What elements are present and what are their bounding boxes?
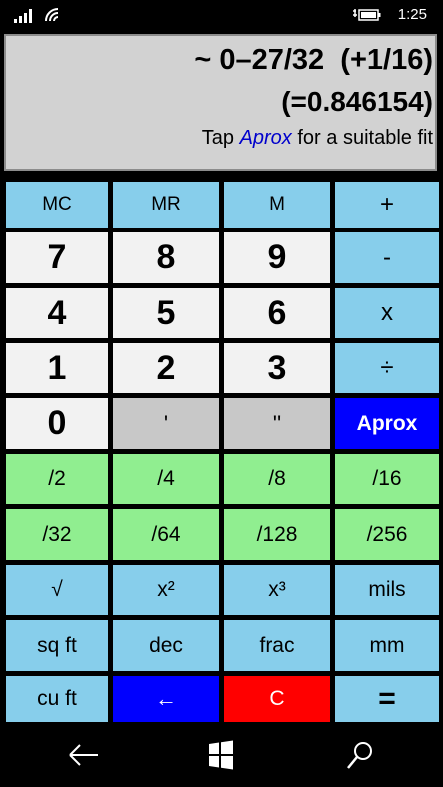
wifi-icon bbox=[45, 8, 59, 22]
cubic-feet-button[interactable]: cu ft bbox=[6, 676, 108, 722]
digit-2-button[interactable]: 2 bbox=[113, 343, 219, 393]
digit-7-button[interactable]: 7 bbox=[6, 232, 108, 283]
divide-by-4-button[interactable]: /4 bbox=[113, 454, 219, 504]
battery-icon bbox=[353, 9, 381, 21]
memory-clear-button[interactable]: MC bbox=[6, 182, 108, 228]
divide-by-128-button[interactable]: /128 bbox=[224, 509, 330, 560]
backspace-button[interactable]: ← bbox=[113, 676, 219, 722]
search-icon[interactable] bbox=[340, 738, 380, 772]
divide-by-2-button[interactable]: /2 bbox=[6, 454, 108, 504]
square-feet-button[interactable]: sq ft bbox=[6, 620, 108, 671]
digit-9-button[interactable]: 9 bbox=[224, 232, 330, 283]
inches-button[interactable]: '' bbox=[224, 398, 330, 449]
keypad: MC MR M + 7 8 9 - 4 5 6 x 1 2 3 ÷ 0 ' ''… bbox=[0, 178, 443, 724]
calculator-display: ~ 0–27/32 (+1/16) (=0.846154) Tap Aprox … bbox=[4, 34, 437, 171]
square-root-button[interactable]: √ bbox=[6, 565, 108, 615]
fraction-button[interactable]: frac bbox=[224, 620, 330, 671]
millimeters-button[interactable]: mm bbox=[335, 620, 439, 671]
square-button[interactable]: x² bbox=[113, 565, 219, 615]
status-bar: 1:25 bbox=[0, 0, 443, 30]
cellular-signal-icon bbox=[14, 9, 32, 23]
digit-8-button[interactable]: 8 bbox=[113, 232, 219, 283]
feet-button[interactable]: ' bbox=[113, 398, 219, 449]
equals-button[interactable]: = bbox=[335, 676, 439, 722]
hint-text: Tap Aprox for a suitable fit bbox=[202, 127, 433, 150]
digit-3-button[interactable]: 3 bbox=[224, 343, 330, 393]
digit-1-button[interactable]: 1 bbox=[6, 343, 108, 393]
digit-0-button[interactable]: 0 bbox=[6, 398, 108, 449]
digit-4-button[interactable]: 4 bbox=[6, 288, 108, 338]
divide-by-8-button[interactable]: /8 bbox=[224, 454, 330, 504]
hint-aprox-keyword: Aprox bbox=[239, 127, 292, 149]
decimal-result: (=0.846154) bbox=[281, 86, 433, 117]
clock: 1:25 bbox=[397, 6, 427, 23]
memory-store-button[interactable]: M bbox=[224, 182, 330, 228]
decimal-button[interactable]: dec bbox=[113, 620, 219, 671]
windows-icon[interactable] bbox=[201, 738, 241, 772]
clear-button[interactable]: C bbox=[224, 676, 330, 722]
mils-button[interactable]: mils bbox=[335, 565, 439, 615]
memory-recall-button[interactable]: MR bbox=[113, 182, 219, 228]
multiply-button[interactable]: x bbox=[335, 288, 439, 338]
divide-by-64-button[interactable]: /64 bbox=[113, 509, 219, 560]
divide-by-32-button[interactable]: /32 bbox=[6, 509, 108, 560]
divide-by-16-button[interactable]: /16 bbox=[335, 454, 439, 504]
digit-6-button[interactable]: 6 bbox=[224, 288, 330, 338]
divide-button[interactable]: ÷ bbox=[335, 343, 439, 393]
divide-by-256-button[interactable]: /256 bbox=[335, 509, 439, 560]
hint-prefix: Tap bbox=[201, 127, 240, 149]
aprox-button[interactable]: Aprox bbox=[335, 398, 439, 449]
subtract-button[interactable]: - bbox=[335, 232, 439, 283]
add-button[interactable]: + bbox=[335, 182, 439, 228]
fraction-result: ~ 0–27/32 (+1/16) bbox=[194, 44, 433, 76]
navigation-bar bbox=[0, 724, 443, 787]
cube-button[interactable]: x³ bbox=[224, 565, 330, 615]
hint-suffix: for a suitable fit bbox=[291, 127, 433, 149]
digit-5-button[interactable]: 5 bbox=[113, 288, 219, 338]
back-arrow-icon[interactable] bbox=[64, 738, 104, 772]
